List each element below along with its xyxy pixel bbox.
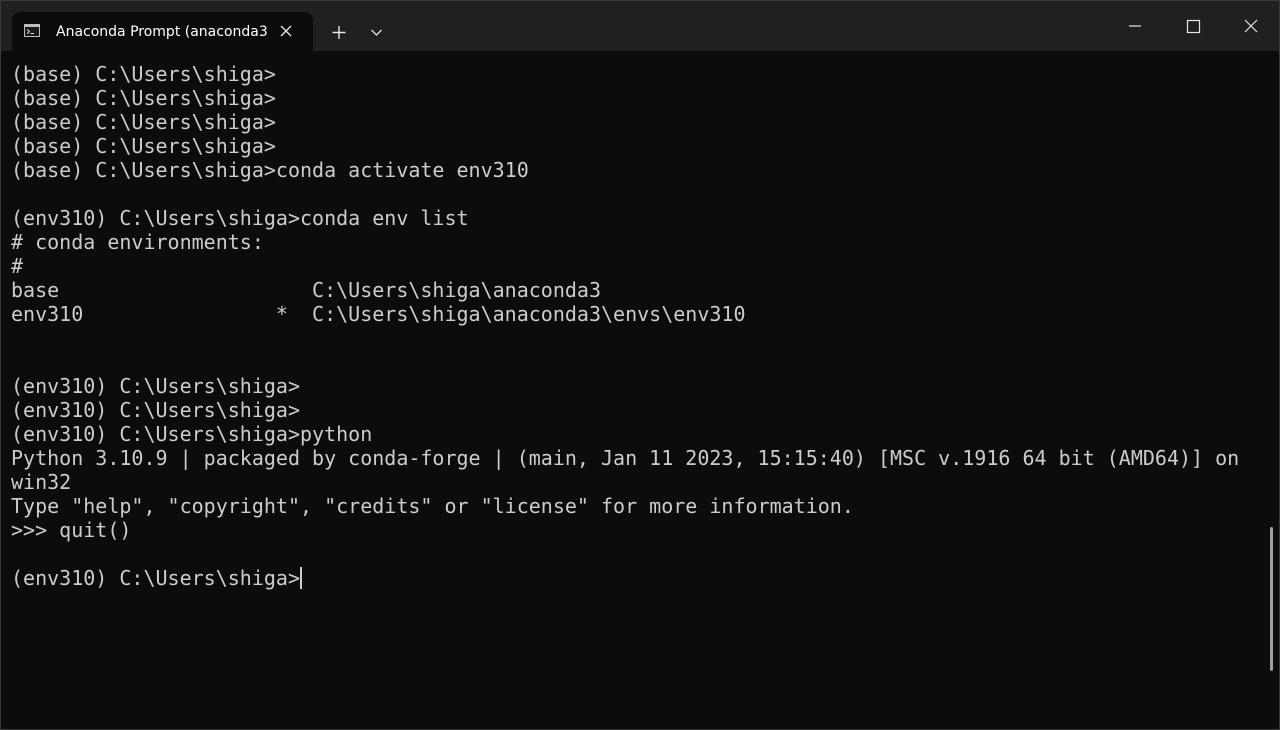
minimize-button[interactable] [1106,1,1164,51]
terminal-line: Python 3.10.9 | packaged by conda-forge … [11,446,1240,470]
terminal-line: (base) C:\Users\shiga>conda activate env… [11,158,529,182]
text-cursor [299,567,302,589]
maximize-icon [1186,19,1201,34]
title-bar[interactable]: Anaconda Prompt (anaconda3 [1,1,1279,51]
terminal-line: (env310) C:\Users\shiga>python [11,422,373,446]
console-icon [24,24,40,37]
tab-dropdown-button[interactable] [361,16,393,48]
tab-title: Anaconda Prompt (anaconda3 [56,24,268,40]
terminal-window: Anaconda Prompt (anaconda3 (base) C:\Use… [0,0,1280,730]
terminal-line: (env310) C:\Users\shiga> [11,398,300,422]
prompt-text: (env310) C:\Users\shiga> [11,566,300,590]
scrollbar-thumb[interactable] [1270,527,1273,671]
terminal-line: (base) C:\Users\shiga> [11,86,276,110]
new-tab-button[interactable] [321,16,357,48]
terminal-line: Type "help", "copyright", "credits" or "… [11,494,854,518]
terminal-line: (base) C:\Users\shiga> [11,110,276,134]
tab-anaconda-prompt[interactable]: Anaconda Prompt (anaconda3 [12,12,313,51]
terminal-line: (base) C:\Users\shiga> [11,62,276,86]
terminal-line: # [11,254,24,278]
terminal-line: (base) C:\Users\shiga> [11,134,276,158]
close-icon [1244,19,1258,33]
tab-close-icon[interactable] [278,23,294,39]
terminal-line: # conda environments: [11,230,264,254]
terminal-line: base C:\Users\shiga\anaconda3 [11,278,602,302]
terminal-prompt-line[interactable]: (env310) C:\Users\shiga> [11,566,1267,590]
terminal-line: (env310) C:\Users\shiga> [11,374,300,398]
terminal-line: env310 * C:\Users\shiga\anaconda3\envs\e… [11,302,746,326]
maximize-button[interactable] [1164,1,1222,51]
close-window-button[interactable] [1222,1,1279,51]
terminal-output[interactable]: (base) C:\Users\shiga> (base) C:\Users\s… [1,51,1267,729]
plus-icon [332,26,346,39]
chevron-down-icon [371,29,382,36]
terminal-line: (env310) C:\Users\shiga>conda env list [11,206,469,230]
terminal-line: >>> quit() [11,518,132,542]
vertical-scrollbar[interactable] [1267,51,1279,729]
terminal-line: win32 [11,470,72,494]
